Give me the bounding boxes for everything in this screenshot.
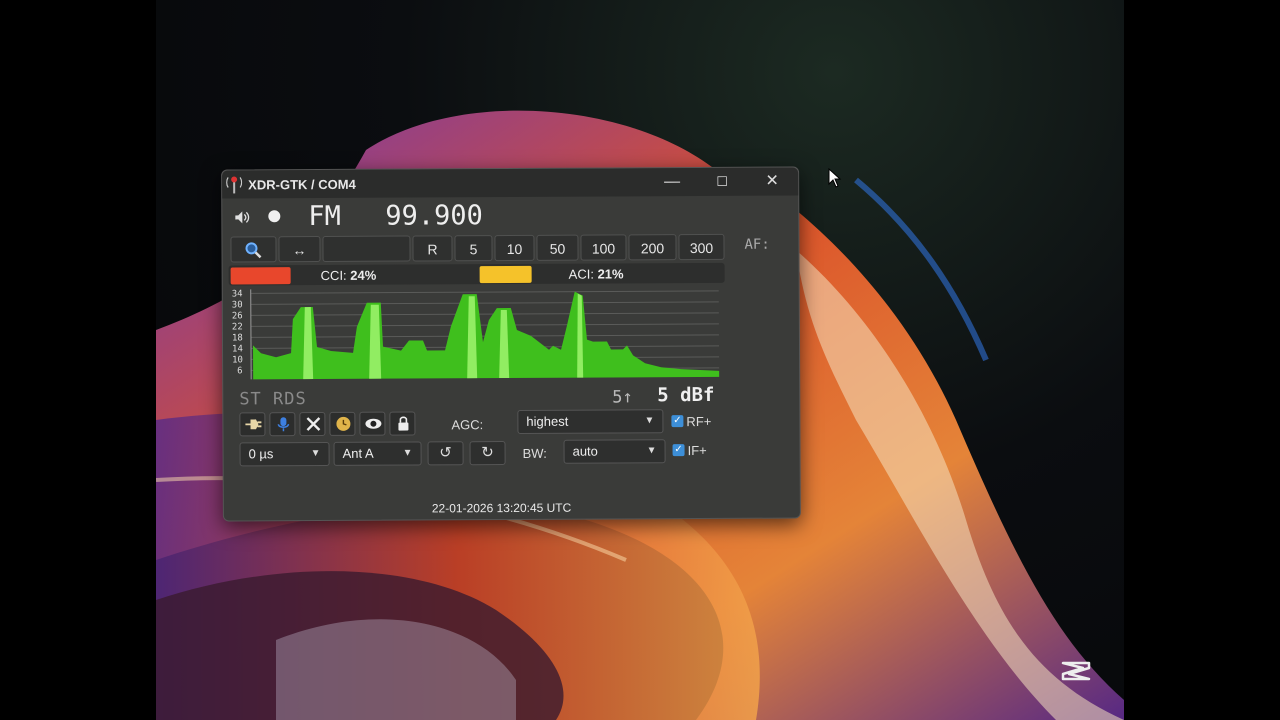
- if-plus-checkbox[interactable]: ✓: [672, 444, 685, 457]
- step-r-button[interactable]: R: [412, 235, 453, 262]
- chevron-down-icon: ▼: [644, 415, 655, 427]
- letterbox-right: [1124, 0, 1280, 720]
- record-dot-icon[interactable]: [268, 210, 281, 223]
- bw-select[interactable]: auto ▼: [563, 439, 666, 464]
- rds-indicator: RDS: [272, 389, 307, 410]
- blank-step-button[interactable]: [322, 235, 411, 262]
- connect-plug-icon: [245, 419, 262, 430]
- rotate-ccw-icon: ↺: [439, 444, 452, 462]
- signal-small: 5↑: [612, 387, 633, 408]
- bw-label: BW:: [522, 445, 547, 461]
- close-button[interactable]: ✕: [760, 172, 784, 192]
- spectrum-ticks: 34 30 26 22 18 14 10 6: [232, 289, 243, 376]
- step-5-button[interactable]: 5: [454, 235, 493, 262]
- y-tick-14: 14: [232, 344, 243, 354]
- y-tick-34: 34: [232, 289, 243, 299]
- aci-readout: ACI: 21%: [569, 266, 624, 281]
- y-tick-18: 18: [232, 333, 243, 343]
- band-label: FM: [308, 200, 341, 233]
- if-plus-label: IF+: [687, 442, 707, 459]
- window-title: XDR-GTK / COM4: [248, 176, 356, 193]
- cci-value: 24%: [350, 267, 377, 283]
- connect-button[interactable]: [239, 412, 266, 437]
- aci-indicator: [479, 265, 532, 284]
- step-300-button[interactable]: 300: [678, 233, 725, 261]
- agc-label: AGC:: [451, 417, 484, 433]
- cursor-icon: [828, 168, 842, 188]
- rf-plus-label: RF+: [686, 413, 712, 430]
- antenna-select[interactable]: Ant A ▼: [333, 441, 422, 466]
- search-button[interactable]: [230, 236, 277, 263]
- agc-select[interactable]: highest ▼: [517, 409, 664, 434]
- swap-button[interactable]: ↔: [278, 235, 321, 263]
- tools-icon: [306, 417, 321, 431]
- aci-value: 21%: [597, 266, 624, 282]
- deemphasis-select[interactable]: 0 µs ▼: [239, 441, 330, 467]
- cci-label: CCI:: [320, 267, 347, 283]
- lock-icon: [398, 416, 409, 431]
- eye-button[interactable]: [359, 411, 386, 436]
- aci-label: ACI:: [568, 266, 594, 282]
- clock-icon: [336, 416, 351, 431]
- lock-button[interactable]: [389, 411, 416, 436]
- step-50-button[interactable]: 50: [536, 234, 579, 261]
- swap-arrows-icon: ↔: [292, 242, 307, 259]
- y-tick-22: 22: [232, 322, 243, 332]
- antenna-app-icon: [226, 176, 243, 194]
- stereo-rds-indicators: ST RDS: [239, 389, 307, 409]
- title-bar[interactable]: XDR-GTK / COM4 — ☐ ✕: [222, 167, 799, 199]
- chevron-down-icon: ▼: [402, 447, 413, 459]
- minimize-button[interactable]: —: [660, 172, 684, 192]
- cci-readout: CCI: 24%: [321, 268, 377, 283]
- antenna-value: Ant A: [342, 445, 374, 461]
- y-tick-30: 30: [232, 300, 243, 310]
- step-200-button[interactable]: 200: [628, 234, 677, 261]
- interference-meter: [228, 262, 725, 286]
- af-label: AF:: [744, 236, 770, 253]
- agc-value: highest: [526, 413, 569, 429]
- utc-timestamp: 22-01-2026 13:20:45 UTC: [431, 500, 572, 516]
- microphone-icon: [277, 417, 290, 432]
- step-100-button[interactable]: 100: [580, 234, 627, 261]
- deemphasis-value: 0 µs: [248, 446, 274, 462]
- bw-value: auto: [572, 443, 598, 459]
- capcut-logo-icon: [1061, 661, 1091, 681]
- frequency-display[interactable]: 99.900: [385, 200, 483, 232]
- rf-plus-checkbox[interactable]: ✓: [671, 415, 684, 428]
- y-tick-6: 6: [237, 366, 242, 376]
- letterbox-left: [0, 0, 156, 720]
- clock-button[interactable]: [329, 411, 356, 436]
- rotate-left-button[interactable]: ↺: [427, 441, 464, 466]
- cci-indicator: [230, 267, 291, 285]
- spectrum-graph[interactable]: 34 30 26 22 18 14 10 6: [231, 285, 721, 384]
- search-icon: [245, 242, 262, 259]
- microphone-button[interactable]: [269, 412, 296, 437]
- chevron-down-icon: ▼: [646, 445, 657, 457]
- y-tick-10: 10: [232, 355, 243, 365]
- signal-level: 5 dBf: [657, 383, 715, 407]
- speaker-icon[interactable]: [234, 210, 250, 227]
- rotate-right-button[interactable]: ↻: [469, 441, 506, 466]
- y-tick-26: 26: [232, 311, 243, 321]
- eye-icon: [365, 418, 382, 429]
- stereo-indicator: ST: [239, 389, 262, 410]
- chevron-down-icon: ▼: [310, 447, 321, 460]
- maximize-button[interactable]: ☐: [710, 172, 734, 192]
- rotate-cw-icon: ↻: [481, 444, 494, 462]
- xdr-gtk-window: XDR-GTK / COM4 — ☐ ✕ FM 99.900 ↔ R 5 10 …: [221, 166, 801, 522]
- tools-button[interactable]: [299, 411, 326, 437]
- step-10-button[interactable]: 10: [494, 234, 535, 262]
